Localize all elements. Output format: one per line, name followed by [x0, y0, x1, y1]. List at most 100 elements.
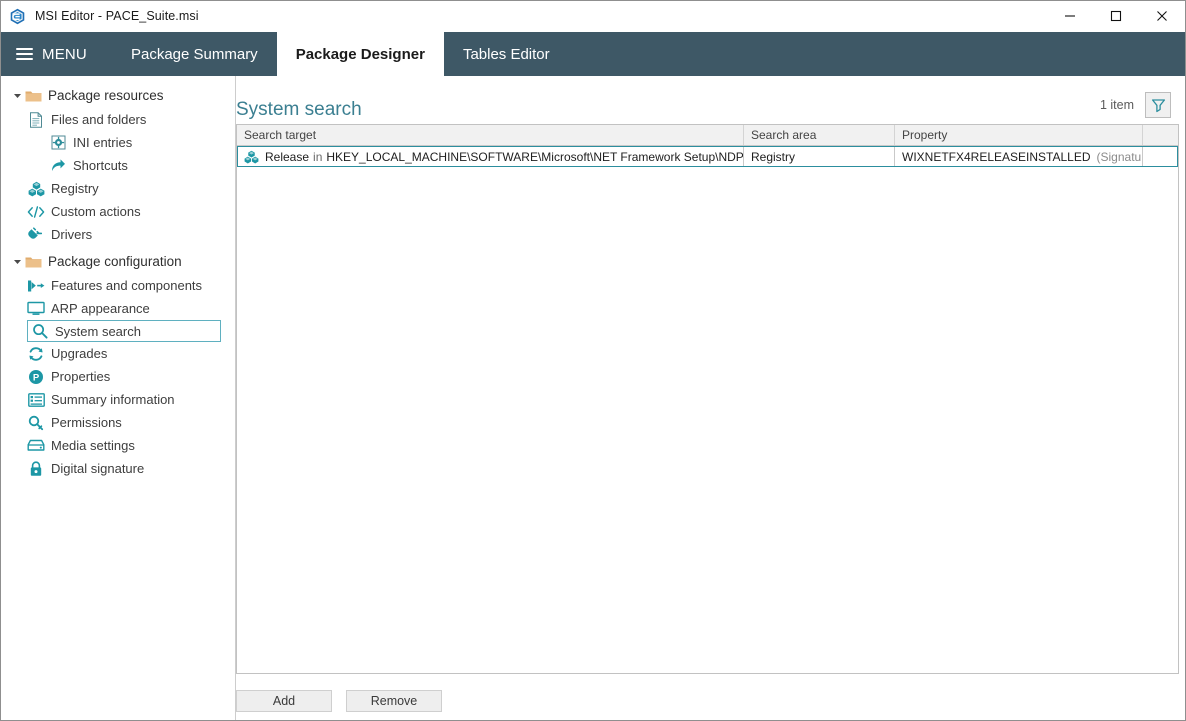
sidebar-item-label: Media settings — [51, 438, 135, 453]
registry-blocks-icon — [244, 150, 260, 164]
tab-list: Package Summary Package Designer Tables … — [112, 32, 569, 76]
hamburger-icon — [16, 48, 33, 60]
add-button[interactable]: Add — [236, 690, 332, 712]
tab-label: Tables Editor — [462, 45, 550, 63]
ini-gear-icon — [49, 134, 67, 152]
magnifier-icon — [31, 322, 49, 340]
content-header: System search 1 item — [236, 76, 1171, 124]
cell-target-name: Release — [265, 149, 310, 164]
sidebar-group-label: Package configuration — [48, 253, 182, 269]
table-row[interactable]: Release in HKEY_LOCAL_MACHINE\SOFTWARE\M… — [237, 146, 1178, 167]
sidebar-item-label: INI entries — [73, 135, 133, 150]
column-header-property[interactable]: Property — [895, 125, 1143, 145]
remove-button[interactable]: Remove — [346, 690, 442, 712]
registry-blocks-icon — [27, 180, 45, 198]
refresh-circular-icon — [27, 345, 45, 363]
menu-button[interactable]: MENU — [1, 32, 103, 76]
shortcut-arrow-icon — [49, 157, 67, 175]
tab-tables-editor[interactable]: Tables Editor — [444, 32, 569, 76]
sidebar-item-label: Files and folders — [51, 112, 147, 127]
cell-property-name: WIXNETFX4RELEASEINSTALLED — [902, 149, 1091, 164]
cell-search-target: Release in HKEY_LOCAL_MACHINE\SOFTWARE\M… — [237, 146, 744, 167]
sidebar-item-label: ARP appearance — [51, 301, 150, 316]
sidebar-item-label: Registry — [51, 181, 99, 196]
sidebar-item-label: Shortcuts — [73, 158, 128, 173]
menu-button-label: MENU — [42, 45, 87, 63]
msi-editor-hexagon-icon — [9, 8, 26, 25]
sidebar-item-media-settings[interactable]: Media settings — [1, 434, 235, 457]
minimize-icon[interactable] — [1047, 1, 1093, 32]
sidebar-item-upgrades[interactable]: Upgrades — [1, 342, 235, 365]
content-pane: System search 1 item Search target Searc… — [236, 76, 1185, 720]
window-title: MSI Editor - PACE_Suite.msi — [35, 9, 199, 23]
page-title: System search — [236, 99, 362, 120]
sidebar-item-permissions[interactable]: Permissions — [1, 411, 235, 434]
sidebar-item-label: Custom actions — [51, 204, 141, 219]
chevron-down-icon[interactable] — [10, 91, 24, 100]
column-header-search-area[interactable]: Search area — [744, 125, 895, 145]
maximize-icon[interactable] — [1093, 1, 1139, 32]
tab-package-summary[interactable]: Package Summary — [112, 32, 277, 76]
monitor-icon — [27, 300, 45, 318]
sidebar-item-label: Drivers — [51, 227, 93, 242]
item-count-label: 1 item — [1099, 98, 1134, 112]
sidebar-item-custom-actions[interactable]: Custom actions — [1, 200, 235, 223]
sidebar-item-label: Summary information — [51, 392, 175, 407]
sidebar-item-files-and-folders[interactable]: Files and folders — [1, 108, 235, 131]
disk-drive-icon — [27, 437, 45, 455]
main-tab-bar: MENU Package Summary Package Designer Ta… — [1, 32, 1185, 76]
sidebar-item-registry[interactable]: Registry — [1, 177, 235, 200]
title-bar: MSI Editor - PACE_Suite.msi — [1, 1, 1185, 32]
chevron-down-icon[interactable] — [10, 257, 24, 266]
sidebar-item-arp-appearance[interactable]: ARP appearance — [1, 297, 235, 320]
sidebar-item-drivers[interactable]: Drivers — [1, 223, 235, 246]
window-body: Package resources Files and folders INI … — [1, 76, 1185, 720]
sidebar-item-label: Properties — [51, 369, 111, 384]
sidebar-item-label: Digital signature — [51, 461, 145, 476]
column-header-blank[interactable] — [1143, 125, 1178, 145]
features-icon — [27, 277, 45, 295]
cell-blank — [1143, 146, 1178, 167]
key-magnifier-icon — [27, 414, 45, 432]
sidebar-group-label: Package resources — [48, 87, 164, 103]
grid-body: Release in HKEY_LOCAL_MACHINE\SOFTWARE\M… — [237, 146, 1178, 673]
lock-icon — [27, 460, 45, 478]
application-window: MSI Editor - PACE_Suite.msi MENU Package… — [0, 0, 1186, 721]
sidebar-item-label: System search — [55, 323, 141, 339]
svg-text:P: P — [33, 372, 40, 383]
tab-label: Package Designer — [295, 45, 425, 63]
sidebar-item-system-search[interactable]: System search — [27, 320, 221, 342]
cell-target-path: HKEY_LOCAL_MACHINE\SOFTWARE\Microsoft\NE… — [326, 149, 744, 164]
circle-p-icon: P — [27, 368, 45, 386]
system-search-grid: Search target Search area Property Relea… — [236, 124, 1179, 674]
column-header-search-target[interactable]: Search target — [237, 125, 744, 145]
folder-icon — [24, 253, 42, 271]
action-button-bar: Add Remove — [236, 682, 1179, 720]
close-icon[interactable] — [1139, 1, 1185, 32]
cell-property-signature: (Signature: NetFx — [1096, 149, 1143, 164]
navigation-sidebar: Package resources Files and folders INI … — [1, 76, 236, 720]
folder-icon — [24, 87, 42, 105]
document-icon — [27, 111, 45, 129]
sidebar-item-label: Upgrades — [51, 346, 108, 361]
tab-label: Package Summary — [130, 45, 258, 63]
code-brackets-icon — [27, 203, 45, 221]
cell-target-keyword: in — [313, 149, 323, 164]
sidebar-item-features-and-components[interactable]: Features and components — [1, 274, 235, 297]
plug-icon — [27, 226, 45, 244]
grid-header-row: Search target Search area Property — [237, 125, 1178, 146]
sidebar-item-summary-information[interactable]: Summary information — [1, 388, 235, 411]
sidebar-group-package-configuration[interactable]: Package configuration — [1, 249, 235, 274]
funnel-filter-icon[interactable] — [1145, 92, 1171, 118]
cell-property: WIXNETFX4RELEASEINSTALLED (Signature: Ne… — [895, 146, 1143, 167]
sidebar-item-ini-entries[interactable]: INI entries — [1, 131, 235, 154]
content-header-actions: 1 item — [1100, 92, 1171, 119]
tab-package-designer[interactable]: Package Designer — [276, 32, 444, 76]
window-controls — [1047, 1, 1185, 32]
sidebar-item-digital-signature[interactable]: Digital signature — [1, 457, 235, 480]
sidebar-group-package-resources[interactable]: Package resources — [1, 83, 235, 108]
sidebar-item-properties[interactable]: P Properties — [1, 365, 235, 388]
sidebar-item-shortcuts[interactable]: Shortcuts — [1, 154, 235, 177]
sidebar-item-label: Features and components — [51, 278, 203, 293]
cell-search-area: Registry — [744, 146, 895, 167]
